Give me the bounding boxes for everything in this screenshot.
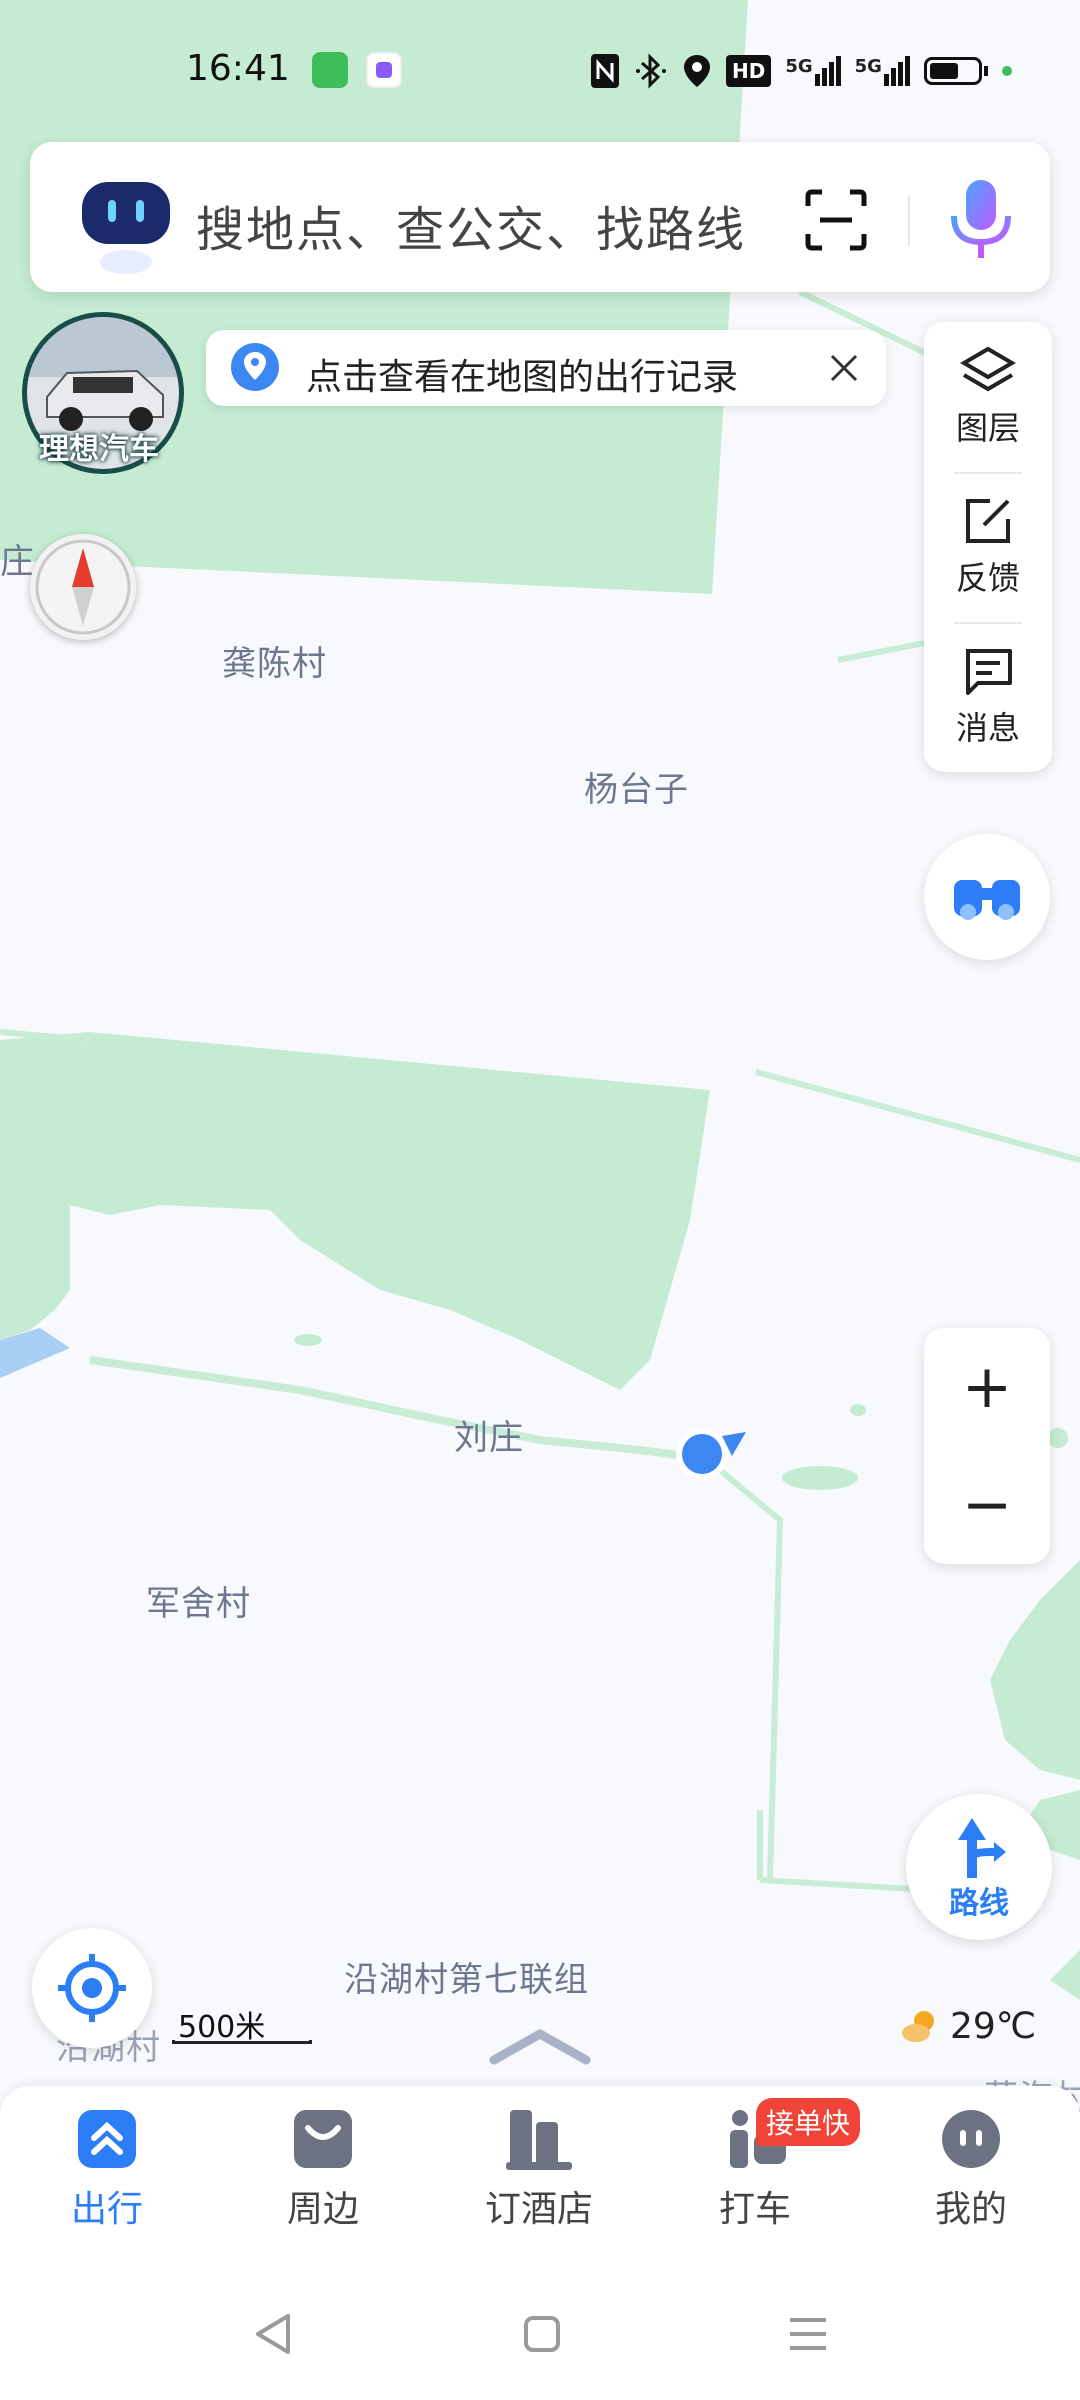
close-icon[interactable] (826, 350, 862, 386)
bluetooth-icon (636, 53, 666, 89)
signal-5g-icon: 5G (855, 56, 910, 86)
scale-bar (172, 2040, 312, 2044)
tab-nearby[interactable]: 周边 (238, 2108, 408, 2248)
nfc-icon (591, 54, 619, 88)
tab-hotel-label: 订酒店 (484, 2189, 593, 2230)
layers-icon (960, 346, 1016, 392)
feedback-label: 反馈 (955, 559, 1020, 597)
locate-icon (58, 1954, 126, 2022)
feedback-button[interactable]: 反馈 (924, 472, 1052, 622)
car-avatar-label: 理想汽车 (39, 432, 159, 467)
place-label: 杨台子 (584, 770, 689, 810)
app-icon (366, 52, 402, 88)
chevron-up-icon[interactable] (488, 2026, 592, 2066)
messages-label: 消息 (955, 709, 1020, 747)
locate-me-button[interactable] (32, 1928, 152, 2048)
place-label: 沿湖村第七联组 (344, 1960, 589, 2000)
weather-widget[interactable]: 29℃ (900, 2006, 1036, 2047)
signal-5g-icon: 5G (785, 56, 841, 86)
location-pin-icon (231, 343, 279, 391)
tab-travel[interactable]: 出行 (22, 2108, 192, 2248)
back-icon[interactable] (252, 2312, 294, 2356)
search-divider (908, 196, 910, 246)
tab-mine[interactable]: 我的 (886, 2108, 1056, 2248)
status-time: 16:41 (186, 48, 290, 89)
layers-label: 图层 (955, 409, 1020, 447)
route-label: 路线 (949, 1886, 1009, 1921)
scan-icon[interactable] (804, 188, 868, 252)
nearby-icon (294, 2110, 352, 2168)
hotel-icon (506, 2110, 572, 2170)
trip-record-text: 点击查看在地图的出行记录 (306, 357, 739, 398)
explore-button[interactable] (924, 834, 1050, 960)
search-input[interactable]: 搜地点、查公交、找路线 (196, 190, 746, 260)
weather-temp: 29℃ (950, 2006, 1037, 2047)
place-label: 军舍村 (146, 1584, 251, 1624)
place-label: 龚陈村 (222, 644, 327, 684)
feedback-icon (966, 499, 1010, 543)
compass-button[interactable] (30, 534, 136, 640)
place-label: 刘庄 (454, 1418, 524, 1458)
message-icon (312, 52, 348, 88)
taxi-badge: 接单快 (756, 2098, 861, 2146)
map-tools-panel: 图层 反馈 消息 (924, 322, 1052, 772)
ai-assistant-icon[interactable] (76, 174, 176, 274)
location-icon (684, 55, 710, 87)
menu-icon[interactable] (788, 2314, 828, 2354)
charging-dot-icon (1001, 66, 1012, 76)
battery-icon (923, 57, 988, 85)
messages-button[interactable]: 消息 (924, 622, 1052, 772)
hd-icon: HD (726, 55, 772, 87)
travel-icon (78, 2110, 136, 2168)
zoom-in-button[interactable]: + (924, 1328, 1050, 1446)
profile-icon (942, 2110, 1000, 2168)
zoom-out-button[interactable]: − (924, 1446, 1050, 1564)
zoom-control: + − (924, 1328, 1050, 1564)
home-icon[interactable] (522, 2314, 562, 2354)
partly-cloudy-icon (902, 2010, 934, 2042)
tab-taxi-label: 打车 (718, 2189, 791, 2230)
compass-icon (35, 539, 131, 635)
voice-icon[interactable] (946, 178, 1016, 262)
tab-hotel[interactable]: 订酒店 (454, 2108, 624, 2248)
message-icon (966, 649, 1012, 695)
tab-travel-label: 出行 (70, 2189, 143, 2230)
status-icons: HD 5G 5G (590, 48, 1012, 94)
tab-nearby-label: 周边 (286, 2189, 359, 2230)
layers-button[interactable]: 图层 (924, 322, 1052, 472)
tab-mine-label: 我的 (934, 2189, 1007, 2230)
binoculars-icon (954, 880, 1020, 920)
